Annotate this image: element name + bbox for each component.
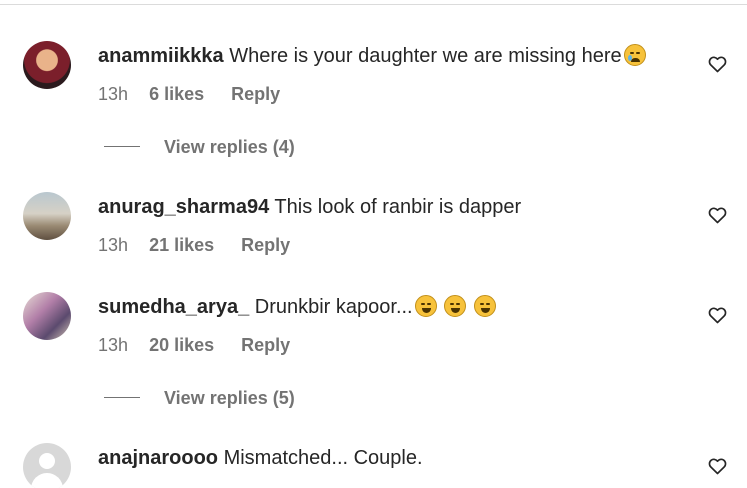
reply-button[interactable]: Reply [241,335,290,355]
comments-panel: anammiikkka Where is your daughter we ar… [0,0,747,488]
view-replies-button[interactable]: View replies (5) [104,387,295,409]
comment-time[interactable]: 13h [98,84,128,104]
avatar[interactable] [23,41,71,89]
comment-username[interactable]: anammiikkka [98,45,224,67]
replies-rule [104,145,140,147]
laughing-tears-emoji-icon [414,295,437,317]
reply-button[interactable]: Reply [231,84,280,104]
comment-time[interactable]: 13h [98,235,128,255]
comment-line: anajnaroooo Mismatched... Couple. [98,446,423,470]
comment-likes[interactable]: 6 likes [149,84,204,104]
avatar[interactable] [23,292,71,340]
reply-button[interactable]: Reply [241,235,290,255]
view-replies-label: View replies (5) [164,388,295,408]
avatar[interactable] [23,192,71,240]
comment-text: Where is your daughter we are missing he… [229,45,622,67]
replies-rule [104,396,140,398]
default-avatar-icon[interactable] [23,443,71,488]
comment-line: anurag_sharma94 This look of ranbir is d… [98,195,521,219]
like-heart-icon[interactable] [708,55,727,73]
comment-meta: 13h 6 likes Reply [98,83,280,105]
comment-username[interactable]: anurag_sharma94 [98,196,269,218]
view-replies-button[interactable]: View replies (4) [104,136,295,158]
comment-text: Mismatched... Couple. [223,447,423,469]
view-replies-label: View replies (4) [164,137,295,157]
comment-username[interactable]: sumedha_arya_ [98,296,249,318]
like-heart-icon[interactable] [708,206,727,224]
comment-time[interactable]: 13h [98,335,128,355]
comment-meta: 13h 21 likes Reply [98,234,290,256]
comment-likes[interactable]: 21 likes [149,235,214,255]
like-heart-icon[interactable] [708,306,727,324]
comment-meta: 13h 20 likes Reply [98,334,290,356]
laughing-tears-emoji-icon [473,295,496,317]
comment-text: This look of ranbir is dapper [274,196,522,218]
comment-line: sumedha_arya_ Drunkbir kapoor... [98,295,496,319]
like-heart-icon[interactable] [708,457,727,475]
laughing-tears-emoji-icon [444,295,467,317]
top-divider [0,0,747,5]
comment-text: Drunkbir kapoor... [254,296,413,318]
comment-line: anammiikkka Where is your daughter we ar… [98,44,646,68]
comment-likes[interactable]: 20 likes [149,335,214,355]
sad-tear-emoji-icon [623,44,646,66]
comment-username[interactable]: anajnaroooo [98,447,218,469]
